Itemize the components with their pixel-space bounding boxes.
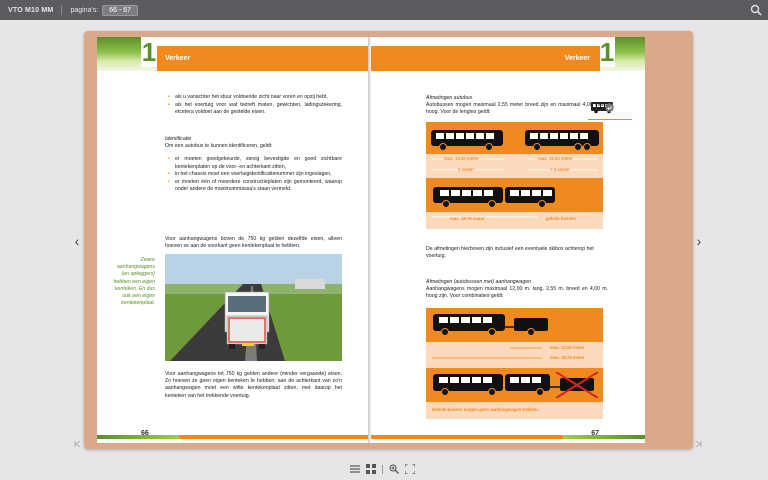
list-item: er moeten goedgekeurde, stevig bevestigd… [165,156,342,170]
articulated-bus-icon [433,187,555,208]
axle-label: > 2 assen [550,167,570,172]
header-strip [157,37,371,46]
length-label: max. 18,75 meter [450,216,485,221]
top-bar: VTO M10 MM pagina's: 66 - 67 [0,0,768,20]
header-title: Verkeer [165,55,191,62]
list-item: er moeten één of meerdere constructiepla… [165,179,342,193]
chevron-left-icon[interactable]: ‹ [72,234,82,248]
identification-section: Identificatie Om een autobus te kunnen i… [165,136,342,194]
page-indicator-field[interactable]: 66 - 67 [102,4,139,16]
length-label: max. 12,00 meter [550,345,585,350]
divider [61,5,63,15]
header-strip [371,37,600,46]
page-footer [371,429,645,443]
last-page-icon[interactable] [694,440,702,448]
paragraph: De afmetingen hierboven zijn inclusief e… [426,246,594,260]
section-heading: Identificatie [165,136,192,142]
paragraph: Voor aanhangwagens boven de 750 kg gelde… [165,236,342,250]
page-header: Verkeer [371,46,600,71]
paragraph: Voor aanhangwagens tot 750 kg gelden and… [165,371,342,399]
list-view-icon[interactable] [350,464,360,474]
section-autobus: Afmetingen autobus Autobussen mogen maxi… [426,95,608,117]
paragraph: Aanhangwagens mogen maximaal 12,00 m. la… [426,286,608,300]
page-label: pagina's: [70,6,99,14]
first-page-icon[interactable] [74,440,82,448]
bus-length-diagram: max. 13,50 meter max. 15,00 meter 2 asse… [426,122,603,229]
footer-bar [97,435,371,439]
length-label: max. 15,00 meter [538,156,573,161]
intro-bullets: als u vanachter het stuur voldoende zich… [165,94,342,117]
paragraph: Om een autobus te kunnen identificeren, … [165,143,273,150]
section-heading: Afmetingen (autobussen met) aanhangwagen [426,279,531,285]
left-page[interactable]: 1 Verkeer als u vanachter het stuur vold… [97,37,371,443]
bus-3-axles-icon [525,130,599,151]
dimension-arrow [432,216,538,218]
page-header: Verkeer [157,46,371,71]
section-trailer: Afmetingen (autobussen met) aanhangwagen… [426,279,608,301]
chevron-right-icon[interactable]: › [694,234,704,248]
length-label: max. 13,50 meter [444,156,479,161]
bus-with-trailer-icon [433,314,548,336]
length-label: max. 18,75 meter [550,355,585,360]
bus-trailer-photo [165,254,342,361]
list-item: als u vanachter het stuur voldoende zich… [165,94,342,101]
paragraph: Autobussen mogen maximaal 2,55 meter bre… [426,102,608,116]
section-heading: Afmetingen autobus [426,95,473,101]
right-page[interactable]: 1 Verkeer Afmetingen autobus Autobussen … [371,37,645,443]
page-number: 66 [141,430,149,437]
page-number: 67 [591,430,599,437]
zoom-in-icon[interactable] [389,464,399,474]
axle-label: 2 assen [458,167,474,172]
footer-bar [371,435,645,439]
chapter-number: 1 [141,37,157,67]
header-title: Verkeer [564,55,590,62]
bus-type-label: gelede bussen [546,216,576,221]
chapter-number: 1 [599,37,615,67]
page-footer [97,429,371,443]
bus-2-axles-icon [431,130,503,151]
bottom-toolbar [350,462,415,476]
divider [382,464,383,474]
diagram-caption: Gelede bussen mogen geen aanhangwagen tr… [432,407,539,412]
grid-view-icon[interactable] [366,464,376,474]
app-title: VTO M10 MM [8,6,54,14]
fullscreen-icon[interactable] [405,464,415,474]
side-note: Zware aanhangwagens (en opleggers) hebbe… [113,257,155,307]
articulated-bus-with-trailer-icon [433,372,599,398]
search-icon[interactable] [750,4,762,16]
trailer-combination-diagram: max. 12,00 meter max. 18,75 meter Gelede… [426,308,603,419]
list-item: als het voertuig voor wat betreft maten,… [165,102,342,116]
list-item: in het chassis moet een voertuigidentifi… [165,171,342,178]
